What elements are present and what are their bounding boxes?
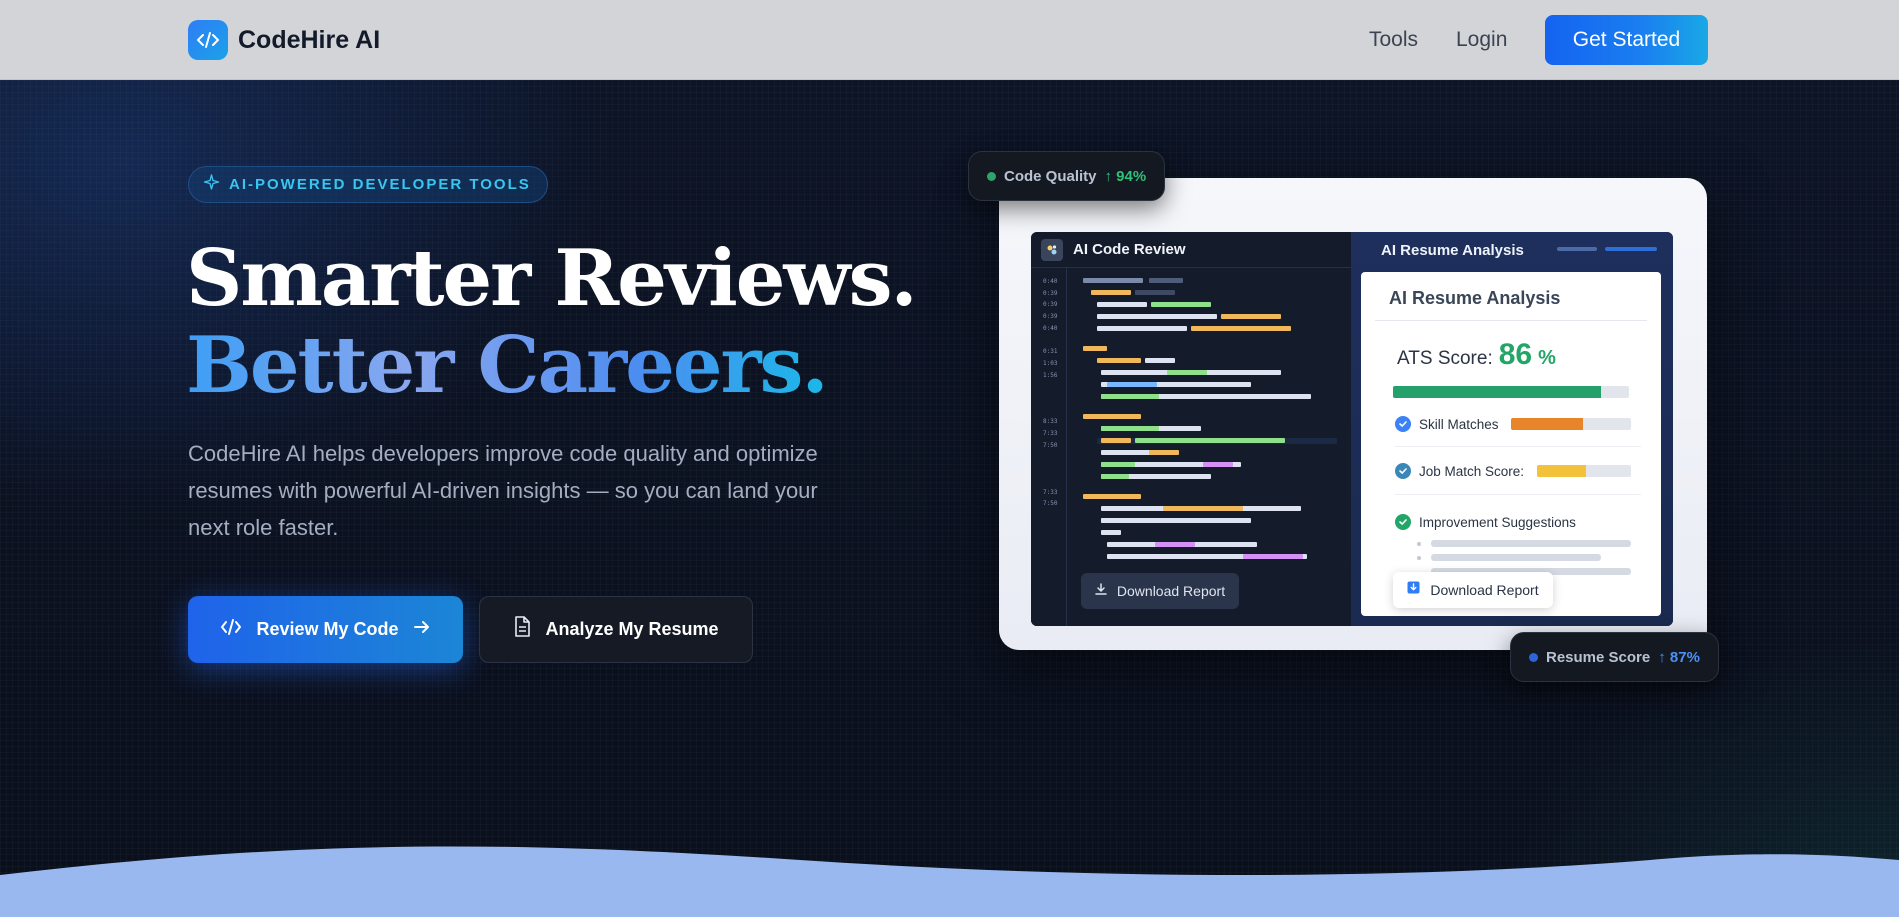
ai-badge-label: AI-POWERED DEVELOPER TOOLS xyxy=(229,176,531,193)
code-brackets-icon xyxy=(188,20,228,60)
divider xyxy=(1395,494,1641,495)
job-match-bar xyxy=(1537,465,1631,477)
top-navbar: CodeHire AI Tools Login Get Started xyxy=(0,0,1899,80)
resume-card-title: AI Resume Analysis xyxy=(1389,288,1561,308)
check-circle-icon xyxy=(1395,514,1411,530)
ai-badge: AI-POWERED DEVELOPER TOOLS xyxy=(188,166,548,203)
download-icon xyxy=(1407,581,1420,599)
code-quality-label: Code Quality xyxy=(1004,167,1097,185)
status-dot xyxy=(987,171,996,181)
line-numbers-decor: 0:40 0:39 0:39 0:39 0:40 0:31 1:03 1:56 … xyxy=(1043,278,1058,508)
ats-score-unit: % xyxy=(1538,347,1556,369)
skill-matches-fill xyxy=(1511,418,1583,430)
resume-score-chip: Resume Score ↑ 87% xyxy=(1510,632,1719,682)
review-code-label: Review My Code xyxy=(256,619,399,639)
resume-result-card: AI Resume Analysis ATS Score: 86% Skill … xyxy=(1361,272,1661,616)
job-match-fill xyxy=(1537,465,1586,477)
brand-name: CodeHire AI xyxy=(238,25,381,54)
headline-line-2: Better Careers. xyxy=(186,320,829,411)
headline-line-1: Smarter Reviews. xyxy=(186,233,918,324)
job-match-label: Job Match Score: xyxy=(1419,463,1525,479)
ats-progress-bar xyxy=(1393,386,1629,398)
nav-link-login[interactable]: Login xyxy=(1456,28,1507,52)
bullet-decor xyxy=(1417,556,1421,560)
code-review-header: AI Code Review xyxy=(1031,232,1351,268)
ats-score: ATS Score: 86% xyxy=(1397,338,1556,372)
code-lines-decor xyxy=(1083,278,1337,559)
review-code-button[interactable]: Review My Code xyxy=(188,596,463,663)
code-download-label: Download Report xyxy=(1116,583,1226,599)
improvements-label: Improvement Suggestions xyxy=(1419,514,1576,530)
sparkle-icon xyxy=(203,173,220,196)
skill-matches-row: Skill Matches xyxy=(1395,416,1499,432)
skeleton-line xyxy=(1431,540,1631,547)
code-review-title: AI Code Review xyxy=(1073,241,1186,258)
header-decor-line xyxy=(1557,247,1597,251)
resume-score-label: Resume Score xyxy=(1546,648,1651,666)
get-started-button[interactable]: Get Started xyxy=(1545,15,1708,65)
job-match-row: Job Match Score: xyxy=(1395,463,1524,479)
code-brackets-icon xyxy=(220,618,242,641)
bullet-decor xyxy=(1417,542,1421,546)
code-review-panel: AI Code Review 0:40 0:39 0:39 0:39 0:40 … xyxy=(1031,232,1351,626)
resume-download-report-button[interactable]: Download Report xyxy=(1393,572,1553,608)
ai-bot-icon xyxy=(1041,238,1063,261)
resume-score-value: ↑ 87% xyxy=(1658,648,1700,666)
arrow-right-icon xyxy=(413,619,431,640)
hero-section: AI-POWERED DEVELOPER TOOLS Smarter Revie… xyxy=(0,80,1899,917)
ats-progress-fill xyxy=(1393,386,1601,398)
check-circle-icon xyxy=(1395,416,1411,432)
resume-download-label: Download Report xyxy=(1430,582,1539,598)
status-dot xyxy=(1529,652,1538,662)
code-quality-chip: Code Quality ↑ 94% xyxy=(968,151,1166,201)
analyze-resume-label: Analyze My Resume xyxy=(545,619,719,639)
nav-link-tools[interactable]: Tools xyxy=(1369,28,1418,52)
improvements-row: Improvement Suggestions xyxy=(1395,514,1576,530)
code-download-report-button[interactable]: Download Report xyxy=(1081,573,1239,609)
ats-score-value: 86 xyxy=(1498,338,1533,371)
skill-matches-bar xyxy=(1511,418,1631,430)
skill-matches-label: Skill Matches xyxy=(1419,416,1499,432)
analyze-resume-button[interactable]: Analyze My Resume xyxy=(479,596,753,663)
mockup-screen: AI Code Review 0:40 0:39 0:39 0:39 0:40 … xyxy=(1031,232,1673,626)
resume-panel-header: AI Resume Analysis xyxy=(1381,242,1524,259)
resume-analysis-panel: AI Resume Analysis AI Resume Analysis AT… xyxy=(1351,232,1673,626)
ats-score-label: ATS Score: xyxy=(1397,348,1493,369)
divider xyxy=(1375,320,1647,321)
header-decor-line xyxy=(1605,247,1657,251)
hero-description: CodeHire AI helps developers improve cod… xyxy=(188,441,818,540)
brand-logo[interactable]: CodeHire AI xyxy=(188,20,380,60)
check-circle-icon xyxy=(1395,463,1411,479)
skeleton-line xyxy=(1431,554,1601,561)
download-icon xyxy=(1095,582,1107,600)
product-mockup: AI Code Review 0:40 0:39 0:39 0:39 0:40 … xyxy=(999,178,1707,650)
bottom-wave xyxy=(0,846,1899,917)
divider xyxy=(1395,446,1641,447)
code-quality-value: ↑ 94% xyxy=(1104,167,1147,185)
document-icon xyxy=(513,616,531,643)
